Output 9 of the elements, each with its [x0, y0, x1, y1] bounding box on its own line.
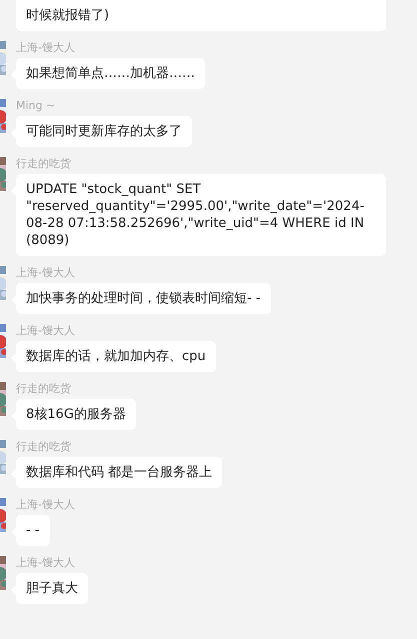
sender-name: 上海-馒大人 — [16, 41, 75, 54]
sender-name: 上海-馒大人 — [16, 266, 75, 279]
sender-name: 上海-馒大人 — [16, 498, 75, 511]
sender-name: 行走的吃货 — [16, 382, 71, 395]
sender-name: 行走的吃货 — [16, 440, 71, 453]
sender-name: 上海-馒大人 — [16, 556, 75, 569]
sender-name: Ming ~ — [16, 99, 56, 112]
sender-name: 上海-馒大人 — [16, 324, 75, 337]
sender-name: 行走的吃货 — [16, 157, 71, 170]
